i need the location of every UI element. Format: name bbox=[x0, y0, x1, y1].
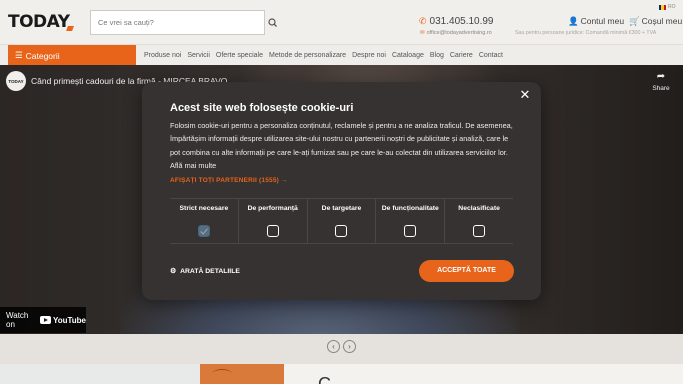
performanta-checkbox[interactable] bbox=[266, 225, 279, 237]
share-button[interactable]: ➦ Share bbox=[650, 71, 672, 92]
categories-button[interactable]: ☰ Categorii bbox=[8, 45, 136, 66]
functionalitate-checkbox[interactable] bbox=[404, 225, 417, 237]
cookie-dialog-title: Acest site web folosește cookie-uri bbox=[170, 102, 354, 114]
cookie-category-label: Strict necesare bbox=[179, 205, 229, 212]
language-selector[interactable]: RO bbox=[659, 4, 676, 10]
promo-image-decoration bbox=[212, 369, 232, 379]
share-label: Share bbox=[652, 85, 670, 92]
nav-link-cariere[interactable]: Cariere bbox=[450, 52, 473, 59]
accept-all-button[interactable]: ACCEPTĂ TOATE bbox=[419, 260, 514, 282]
nav-link-despre-noi[interactable]: Despre noi bbox=[352, 52, 386, 59]
romania-flag-icon bbox=[659, 4, 666, 10]
show-partners-link[interactable]: AFIȘAȚI TOȚI PARTENERII (1555) → bbox=[170, 177, 288, 184]
logo-accent-mark bbox=[66, 26, 74, 31]
language-code: RO bbox=[668, 4, 676, 10]
cookie-categories: Strict necesare De performanță De target… bbox=[170, 198, 513, 244]
targetare-checkbox[interactable] bbox=[335, 225, 348, 237]
email-contact[interactable]: ✉ office@todayadvertising.ro bbox=[420, 30, 492, 36]
nav-link-produse-noi[interactable]: Produse noi bbox=[144, 52, 181, 59]
nav-link-blog[interactable]: Blog bbox=[430, 52, 444, 59]
phone-number: 031.405.10.99 bbox=[429, 16, 494, 27]
watch-on-label: Watch on bbox=[6, 311, 29, 329]
search-input[interactable] bbox=[91, 18, 264, 27]
cookie-category-label: De funcționalitate bbox=[381, 205, 439, 212]
email-address: office@todayadvertising.ro bbox=[426, 30, 492, 36]
cookie-consent-dialog: Acest site web folosește cookie-uri ✕ Fo… bbox=[142, 82, 541, 300]
show-details-button[interactable]: ⚙ ARATĂ DETALIILE bbox=[170, 267, 240, 276]
cookie-category-targetare: De targetare bbox=[306, 199, 376, 243]
channel-avatar[interactable]: TODAY bbox=[6, 71, 26, 91]
search-icon[interactable] bbox=[266, 16, 280, 30]
slider-next-button[interactable]: › bbox=[343, 340, 356, 353]
nav-link-contact[interactable]: Contact bbox=[479, 52, 503, 59]
phone-icon: ✆ bbox=[419, 16, 427, 26]
site-header: TODAY ✆031.405.10.99 ✉office@todayadvert… bbox=[0, 0, 683, 44]
cookie-category-label: De performanță bbox=[247, 205, 298, 212]
promo-heading: C bbox=[318, 374, 331, 384]
account-link[interactable]: 👤 Contul meu bbox=[568, 16, 624, 27]
account-label: Contul meu bbox=[580, 16, 625, 26]
cart-label: Coșul meu bbox=[641, 16, 683, 26]
cookie-category-label: De targetare bbox=[321, 205, 362, 212]
slider-prev-button[interactable]: ‹ bbox=[327, 340, 340, 353]
cart-icon: 🛒 bbox=[629, 16, 640, 26]
cookie-category-label: Neclasificate bbox=[458, 205, 500, 212]
slider-controls-area bbox=[0, 334, 683, 364]
share-icon: ➦ bbox=[656, 71, 666, 82]
youtube-play-icon bbox=[39, 316, 51, 324]
close-icon[interactable]: ✕ bbox=[517, 87, 533, 103]
hamburger-icon: ☰ bbox=[15, 50, 23, 60]
envelope-icon: ✉ bbox=[420, 30, 425, 36]
strict-necesare-checkbox bbox=[197, 225, 210, 237]
nav-link-metode-personalizare[interactable]: Metode de personalizare bbox=[269, 52, 346, 59]
neclasificate-checkbox[interactable] bbox=[473, 225, 486, 237]
cookie-category-functionalitate: De funcționalitate bbox=[375, 199, 444, 243]
nav-link-cataloage[interactable]: Cataloage bbox=[392, 52, 424, 59]
nav-link-servicii[interactable]: Servicii bbox=[187, 52, 210, 59]
gear-icon: ⚙ bbox=[170, 268, 177, 275]
cookie-dialog-description: Folosim cookie-uri pentru a personaliza … bbox=[170, 121, 513, 171]
youtube-logo: YouTube bbox=[39, 315, 86, 325]
cookie-category-neclasificate: Neclasificate bbox=[444, 199, 513, 243]
promo-text-panel bbox=[284, 364, 683, 384]
youtube-label: YouTube bbox=[52, 315, 86, 325]
show-details-label: ARATĂ DETALIILE bbox=[180, 267, 240, 275]
user-icon: 👤 bbox=[568, 16, 579, 26]
cookie-category-strict-necesare: Strict necesare bbox=[170, 199, 238, 243]
search-box bbox=[90, 10, 265, 35]
nav-link-oferte-speciale[interactable]: Oferte speciale bbox=[216, 52, 263, 59]
categories-label: Categorii bbox=[25, 50, 60, 61]
nav-links: Produse noi Servicii Oferte speciale Met… bbox=[144, 45, 503, 66]
main-navigation: ☰ Categorii Produse noi Servicii Oferte … bbox=[0, 44, 683, 66]
watch-on-youtube-button[interactable]: Watch on YouTube bbox=[0, 307, 86, 333]
phone-contact[interactable]: ✆ 031.405.10.99 bbox=[419, 16, 494, 27]
site-logo[interactable]: TODAY bbox=[8, 12, 70, 32]
cart-link[interactable]: 🛒 Coșul meu bbox=[629, 16, 682, 27]
cookie-category-performanta: De performanță bbox=[237, 199, 307, 243]
minimum-order-note: Sau pentru persoane juridice: Comandă mi… bbox=[515, 30, 657, 36]
